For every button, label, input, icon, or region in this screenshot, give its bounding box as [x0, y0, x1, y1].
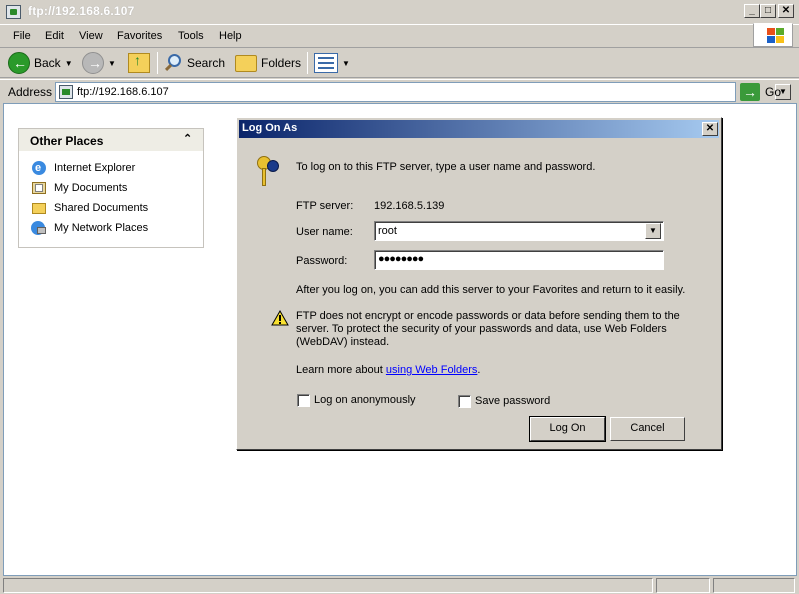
warning-icon: [271, 309, 289, 326]
learn-more-text: Learn more about using Web Folders.: [296, 364, 480, 376]
warning-text-line1: FTP does not encrypt or encode passwords…: [296, 310, 680, 322]
dialog-close-button[interactable]: ✕: [702, 122, 718, 136]
back-button[interactable]: ← Back ▼: [8, 50, 73, 76]
network-places-icon: [31, 220, 47, 236]
anonymous-checkbox[interactable]: [297, 394, 310, 407]
password-value[interactable]: ●●●●●●●●: [378, 253, 424, 265]
save-password-checkbox[interactable]: [458, 395, 471, 408]
address-bar: Address ftp://192.168.6.107 ▼ → Go: [0, 79, 799, 103]
after-logon-text: After you log on, you can add this serve…: [296, 284, 686, 296]
ftp-server-value: 192.168.5.139: [374, 200, 445, 212]
other-places-header[interactable]: Other Places ⌃: [19, 129, 203, 151]
go-button[interactable]: → Go: [740, 82, 781, 102]
folders-label: Folders: [261, 56, 302, 70]
minimize-button[interactable]: _: [744, 4, 760, 18]
dialog-intro-text: To log on to this FTP server, type a use…: [296, 161, 596, 173]
go-arrow-icon: →: [740, 83, 760, 101]
other-places-panel: Other Places ⌃ e Internet Explorer My Do…: [18, 128, 204, 248]
menu-file[interactable]: File: [6, 28, 38, 44]
menu-view[interactable]: View: [72, 28, 110, 44]
forward-arrow-icon: →: [82, 52, 104, 74]
other-places-item-my-documents[interactable]: My Documents: [31, 179, 127, 197]
dialog-title: Log On As: [242, 122, 298, 134]
title-bar[interactable]: ftp://192.168.6.107 _ □ ✕: [0, 0, 799, 25]
chevron-down-icon[interactable]: ▼: [645, 223, 661, 239]
address-value[interactable]: ftp://192.168.6.107: [77, 86, 169, 98]
anonymous-label[interactable]: Log on anonymously: [314, 394, 416, 406]
windows-logo-icon: [753, 23, 793, 47]
status-bar: [0, 576, 799, 594]
close-button[interactable]: ✕: [778, 4, 794, 18]
other-places-item-label: Internet Explorer: [54, 162, 136, 174]
folder-icon: [31, 200, 47, 216]
search-label: Search: [187, 56, 226, 70]
other-places-item-internet-explorer[interactable]: e Internet Explorer: [31, 159, 135, 177]
keys-icon: [253, 154, 283, 188]
back-label: Back: [34, 56, 61, 70]
other-places-title: Other Places: [30, 134, 104, 148]
views-button[interactable]: ▼: [314, 50, 350, 76]
collapse-icon[interactable]: ⌃: [183, 132, 192, 145]
status-panel-middle: [656, 578, 710, 593]
maximize-button[interactable]: □: [760, 4, 776, 18]
log-on-as-dialog: Log On As ✕ To log on to this FTP server…: [236, 117, 722, 450]
internet-explorer-icon: e: [31, 160, 47, 176]
chevron-down-icon[interactable]: ▼: [108, 59, 116, 68]
go-label: Go: [765, 85, 782, 99]
folders-button[interactable]: Folders: [235, 50, 301, 76]
password-field[interactable]: ●●●●●●●●: [374, 250, 664, 270]
username-label: User name:: [296, 226, 353, 238]
other-places-item-label: Shared Documents: [54, 202, 149, 214]
chevron-down-icon[interactable]: ▼: [65, 59, 73, 68]
other-places-item-my-network-places[interactable]: My Network Places: [31, 219, 148, 237]
menu-favorites[interactable]: Favorites: [110, 28, 169, 44]
toolbar-separator: [307, 52, 308, 74]
password-label: Password:: [296, 255, 348, 267]
search-button[interactable]: Search: [163, 50, 225, 76]
up-folder-button[interactable]: ↑: [128, 50, 150, 76]
address-input[interactable]: ftp://192.168.6.107 ▼: [55, 82, 791, 102]
chevron-down-icon[interactable]: ▼: [342, 59, 350, 68]
other-places-item-label: My Documents: [54, 182, 128, 194]
menu-bar: File Edit View Favorites Tools Help: [0, 26, 799, 48]
views-icon: [314, 53, 338, 73]
search-icon: [163, 53, 183, 73]
menu-tools[interactable]: Tools: [171, 28, 211, 44]
other-places-item-label: My Network Places: [54, 222, 149, 234]
up-folder-icon: ↑: [128, 52, 150, 73]
ftp-folder-icon: [59, 85, 73, 99]
my-documents-icon: [31, 180, 47, 196]
status-panel-zone: [713, 578, 795, 593]
username-value[interactable]: root: [378, 225, 397, 237]
log-on-button[interactable]: Log On: [529, 416, 606, 442]
other-places-item-shared-documents[interactable]: Shared Documents: [31, 199, 148, 217]
dialog-title-bar[interactable]: Log On As ✕: [239, 120, 719, 138]
warning-text-line2: server. To protect the security of your …: [296, 323, 667, 335]
toolbar-separator: [157, 52, 158, 74]
ftp-server-label: FTP server:: [296, 200, 354, 212]
learn-more-suffix: .: [477, 364, 481, 376]
web-folders-link[interactable]: using Web Folders: [386, 364, 478, 376]
menu-edit[interactable]: Edit: [38, 28, 71, 44]
folders-icon: [235, 54, 257, 72]
save-password-label[interactable]: Save password: [475, 395, 550, 407]
back-arrow-icon: ←: [8, 52, 30, 74]
ftp-folder-icon: [6, 5, 21, 19]
forward-button[interactable]: → ▼: [82, 50, 116, 76]
cancel-button[interactable]: Cancel: [610, 417, 685, 441]
window-title: ftp://192.168.6.107: [28, 4, 135, 18]
menu-help[interactable]: Help: [212, 28, 249, 44]
learn-more-prefix: Learn more about: [296, 364, 386, 376]
status-panel-main: [3, 578, 653, 593]
username-combobox[interactable]: root ▼: [374, 221, 664, 241]
toolbar: ← Back ▼ → ▼ ↑ Search Folders ▼: [0, 48, 799, 78]
address-label: Address: [8, 85, 53, 99]
warning-text-line3: (WebDAV) instead.: [296, 336, 390, 348]
